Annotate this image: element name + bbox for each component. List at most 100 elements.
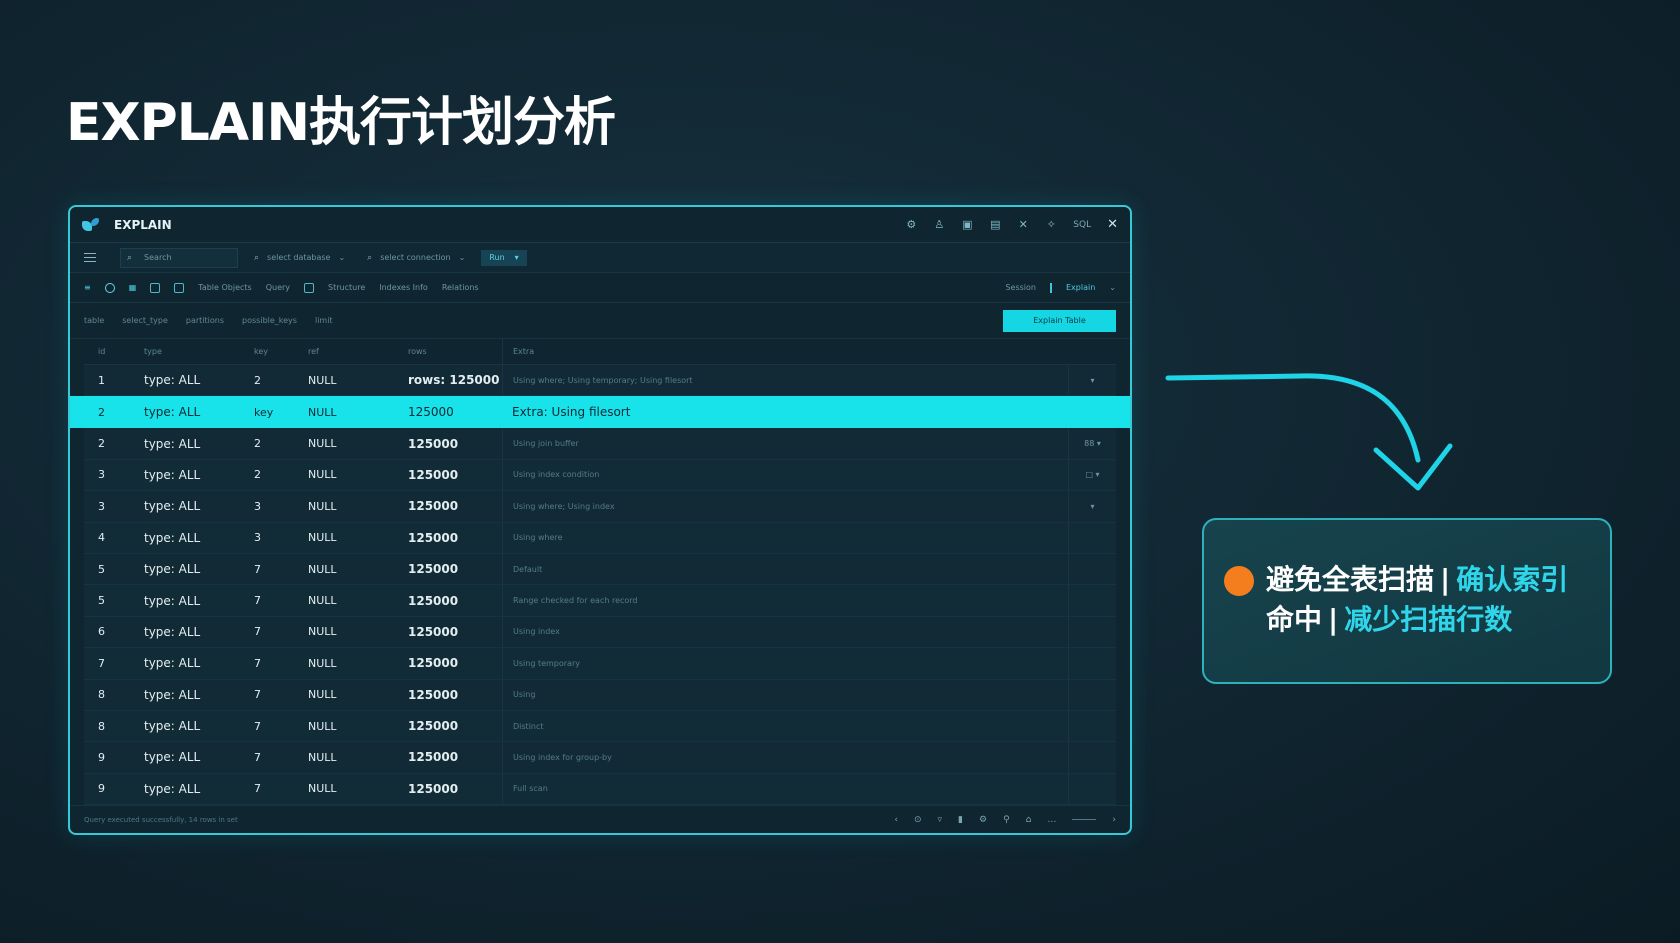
tab-query[interactable]: Query	[266, 283, 290, 292]
header-type[interactable]: type	[124, 347, 244, 356]
cell-action[interactable]: 88 ▾	[1068, 428, 1116, 459]
cell-key: key	[254, 405, 274, 419]
tab-structure[interactable]: Structure	[328, 283, 365, 292]
filter-possible-keys[interactable]: possible_keys	[242, 316, 297, 325]
tool-icon[interactable]: ≡	[84, 283, 91, 292]
cell-rows: 125000	[408, 405, 454, 420]
settings-icon[interactable]: ⚙	[905, 218, 917, 231]
table-row[interactable]: 2 type: ALL 2 NULL 125000 Using join buffer 88…	[84, 428, 1116, 460]
cell-id: 3	[98, 468, 105, 482]
tab-toolbar: ≡ ▦ Table Objects Query Structure Indexe…	[70, 273, 1130, 303]
frame-icon[interactable]: ▣	[961, 218, 973, 231]
prev-page-icon[interactable]: ‹	[894, 815, 898, 825]
filter-select-type[interactable]: select_type	[122, 316, 168, 325]
cell-ref: NULL	[308, 499, 337, 513]
lock-icon[interactable]: ⌂	[1026, 815, 1032, 825]
user-icon[interactable]: ♙	[933, 218, 945, 231]
explain-table-button[interactable]: Explain Table	[1003, 309, 1116, 332]
grid-icon[interactable]: ▦	[129, 283, 137, 292]
header-rows[interactable]: rows	[398, 347, 502, 356]
cell-ref: NULL	[308, 405, 337, 419]
pin-icon[interactable]: ✧	[1045, 218, 1057, 231]
menu-icon[interactable]	[84, 253, 96, 262]
table-row-highlighted[interactable]: 2 type: ALL key NULL 125000 Extra: Using file…	[70, 396, 1130, 429]
cell-type: type: ALL	[144, 687, 201, 702]
cell-action[interactable]	[1068, 742, 1116, 773]
explain-dropdown[interactable]: Explain	[1066, 283, 1095, 292]
table-row[interactable]: 8 type: ALL 7 NULL 125000 Distinct	[84, 710, 1116, 743]
table-row[interactable]: 7 type: ALL 7 NULL 125000 Using temporary	[84, 648, 1116, 680]
table-row[interactable]: 9 type: ALL 7 NULL 125000 Full scan	[84, 773, 1116, 806]
sql-label[interactable]: SQL	[1073, 220, 1091, 230]
cell-id: 3	[98, 499, 105, 513]
cell-rows: 125000	[408, 719, 459, 734]
cell-id: 2	[98, 437, 105, 451]
cross-icon[interactable]: ✕	[1017, 218, 1029, 231]
callout-box: 避免全表扫描 | 确认索引 命中 | 减少扫描行数	[1202, 518, 1612, 684]
filter-icon[interactable]: ▿	[938, 815, 943, 825]
table-icon[interactable]	[150, 282, 161, 293]
next-page-icon[interactable]: ›	[1112, 815, 1116, 825]
cell-id: 8	[98, 688, 105, 702]
cell-action[interactable]: ▾	[1068, 491, 1116, 522]
header-ref[interactable]: ref	[298, 347, 398, 356]
cell-extra: Using join buffer	[502, 428, 1068, 459]
cell-rows: 125000	[408, 467, 459, 482]
cell-action[interactable]	[1068, 679, 1116, 710]
run-chip[interactable]: Run ▾	[481, 249, 527, 266]
search-input[interactable]: ⌕ Search	[120, 247, 238, 268]
slide-title: EXPLAIN执行计划分析	[66, 93, 616, 153]
table-row[interactable]: 9 type: ALL 7 NULL 125000 Using index for gro…	[84, 742, 1116, 774]
cell-action[interactable]	[1068, 396, 1116, 428]
tab-table-objects[interactable]: Table Objects	[198, 283, 251, 292]
comment-icon[interactable]	[304, 282, 315, 293]
header-extra-label: Extra	[513, 347, 535, 356]
page-line	[1072, 819, 1097, 820]
table-row[interactable]: 8 type: ALL 7 NULL 125000 Using	[84, 679, 1116, 711]
divider	[1050, 282, 1052, 293]
tab-indexes[interactable]: Indexes Info	[379, 283, 428, 292]
share-icon[interactable]: ⚲	[1003, 815, 1010, 825]
refresh-icon[interactable]: ⊙	[914, 815, 922, 825]
table-row[interactable]: 3 type: ALL 3 NULL 125000 Using where; Using …	[84, 491, 1116, 523]
table-row[interactable]: 3 type: ALL 2 NULL 125000 Using index conditi…	[84, 459, 1116, 492]
cell-action[interactable]	[1068, 648, 1116, 679]
settings-icon[interactable]: ⚙	[979, 815, 987, 825]
filter-table[interactable]: table	[84, 316, 104, 325]
table-row[interactable]: 6 type: ALL 7 NULL 125000 Using index	[84, 616, 1116, 649]
cell-action[interactable]	[1068, 585, 1116, 616]
table-row[interactable]: 5 type: ALL 7 NULL 125000 Default	[84, 553, 1116, 586]
callout-line1-b: 确认索引	[1456, 563, 1569, 596]
header-key[interactable]: key	[244, 347, 298, 356]
connection-dropdown[interactable]: ⌕ select connection ⌄	[361, 248, 471, 268]
filter-bar: table select_type partitions possible_ke…	[70, 303, 1130, 339]
cell-action[interactable]	[1068, 553, 1116, 585]
cell-action[interactable]	[1068, 616, 1116, 648]
cell-action[interactable]	[1068, 710, 1116, 742]
header-id[interactable]: id	[84, 347, 124, 356]
table-row[interactable]: 5 type: ALL 7 NULL 125000 Range checked for e…	[84, 585, 1116, 617]
cell-id: 1	[98, 373, 105, 387]
table-row[interactable]: 4 type: ALL 3 NULL 125000 Using where	[84, 522, 1116, 554]
cell-rows: 125000	[408, 687, 459, 702]
calendar-icon[interactable]: ▤	[989, 218, 1001, 231]
header-extra[interactable]: Extra	[502, 339, 1116, 364]
chart-icon[interactable]	[174, 282, 185, 293]
cell-action[interactable]: □ ▾	[1068, 459, 1116, 491]
table-row[interactable]: 1 type: ALL 2 NULL rows: 125000 Using where; …	[84, 365, 1116, 397]
cell-action[interactable]: ▾	[1068, 365, 1116, 396]
cell-type: type: ALL	[144, 656, 201, 671]
session-label[interactable]: Session	[1005, 283, 1036, 292]
tab-relations[interactable]: Relations	[442, 283, 479, 292]
bookmark-icon[interactable]: ▮	[958, 815, 963, 825]
cell-action[interactable]	[1068, 522, 1116, 553]
database-dropdown[interactable]: ⌕ select database ⌄	[248, 248, 351, 268]
cell-key: 7	[254, 719, 261, 733]
cell-key: 2	[254, 468, 261, 482]
cell-action[interactable]	[1068, 773, 1116, 805]
close-icon[interactable]: ✕	[1107, 217, 1118, 232]
filter-partitions[interactable]: partitions	[186, 316, 224, 325]
circle-icon[interactable]	[104, 282, 115, 293]
filter-limit[interactable]: limit	[315, 316, 333, 325]
more-icon[interactable]: …	[1047, 815, 1056, 825]
